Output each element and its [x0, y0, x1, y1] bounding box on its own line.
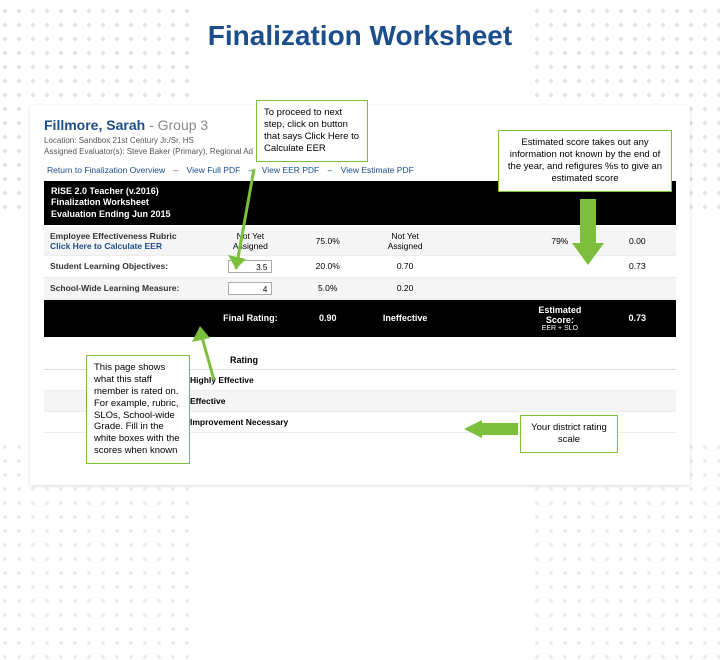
link-dash: –: [325, 165, 336, 175]
row-final: Final Rating: 0.90 Ineffective Estimated…: [44, 299, 676, 337]
eer-weight: 75.0%: [289, 227, 366, 256]
callout-page-shows: This page shows what this staff member i…: [86, 355, 190, 464]
arrow-proceed: [220, 165, 264, 285]
staff-first: Sarah: [106, 117, 145, 133]
slo-pts2: 0.73: [599, 255, 676, 277]
evaluator-value: Steve Baker (Primary), Regional Ad: [127, 147, 253, 156]
final-rating-value: 0.90: [289, 299, 366, 337]
callout-district-scale: Your district rating scale: [520, 415, 618, 453]
eer-status2b: Assigned: [372, 241, 437, 251]
slo-pts: 0.70: [366, 255, 443, 277]
row-swl: School-Wide Learning Measure: 4 5.0% 0.2…: [44, 277, 676, 299]
final-rating-word: Ineffective: [366, 299, 443, 337]
rating-header: Rating: [230, 355, 340, 365]
calculate-eer-link[interactable]: Click Here to Calculate EER: [50, 241, 206, 251]
location-label: Location:: [44, 136, 76, 145]
eer-pts: 0.00: [599, 227, 676, 256]
swl-label: School-Wide Learning Measure:: [44, 277, 212, 299]
swl-weight: 5.0%: [289, 277, 366, 299]
arrow-page-shows: [186, 320, 234, 390]
link-dash: –: [170, 165, 181, 175]
slide-title: Finalization Worksheet: [0, 20, 720, 52]
staff-last: Fillmore,: [44, 117, 102, 133]
link-return[interactable]: Return to Finalization Overview: [44, 165, 168, 175]
link-est-pdf[interactable]: View Estimate PDF: [338, 165, 417, 175]
swl-pts: 0.20: [366, 277, 443, 299]
arrow-district-scale: [460, 418, 522, 440]
eer-status2: Not Yet: [372, 231, 437, 241]
est-value: 0.73: [599, 299, 676, 337]
eer-label: Employee Effectiveness Rubric: [50, 231, 206, 241]
link-eer-pdf[interactable]: View EER PDF: [259, 165, 322, 175]
arrow-estimated: [566, 195, 610, 275]
slo-weight: 20.0%: [289, 255, 366, 277]
slo-label: Student Learning Objectives:: [44, 255, 212, 277]
est-label: Estimated Score:: [527, 305, 592, 325]
est-sub: EER + SLO: [527, 325, 592, 332]
evaluator-label: Assigned Evaluator(s):: [44, 147, 124, 156]
callout-proceed: To proceed to next step, click on button…: [256, 100, 368, 162]
rating-2: Improvement Necessary: [184, 411, 364, 432]
callout-estimated: Estimated score takes out any informatio…: [498, 130, 672, 192]
staff-group: - Group 3: [149, 117, 208, 133]
location-value: Sandbox 21st Century Jr./Sr. HS: [79, 136, 194, 145]
rating-1: Effective: [184, 390, 364, 411]
